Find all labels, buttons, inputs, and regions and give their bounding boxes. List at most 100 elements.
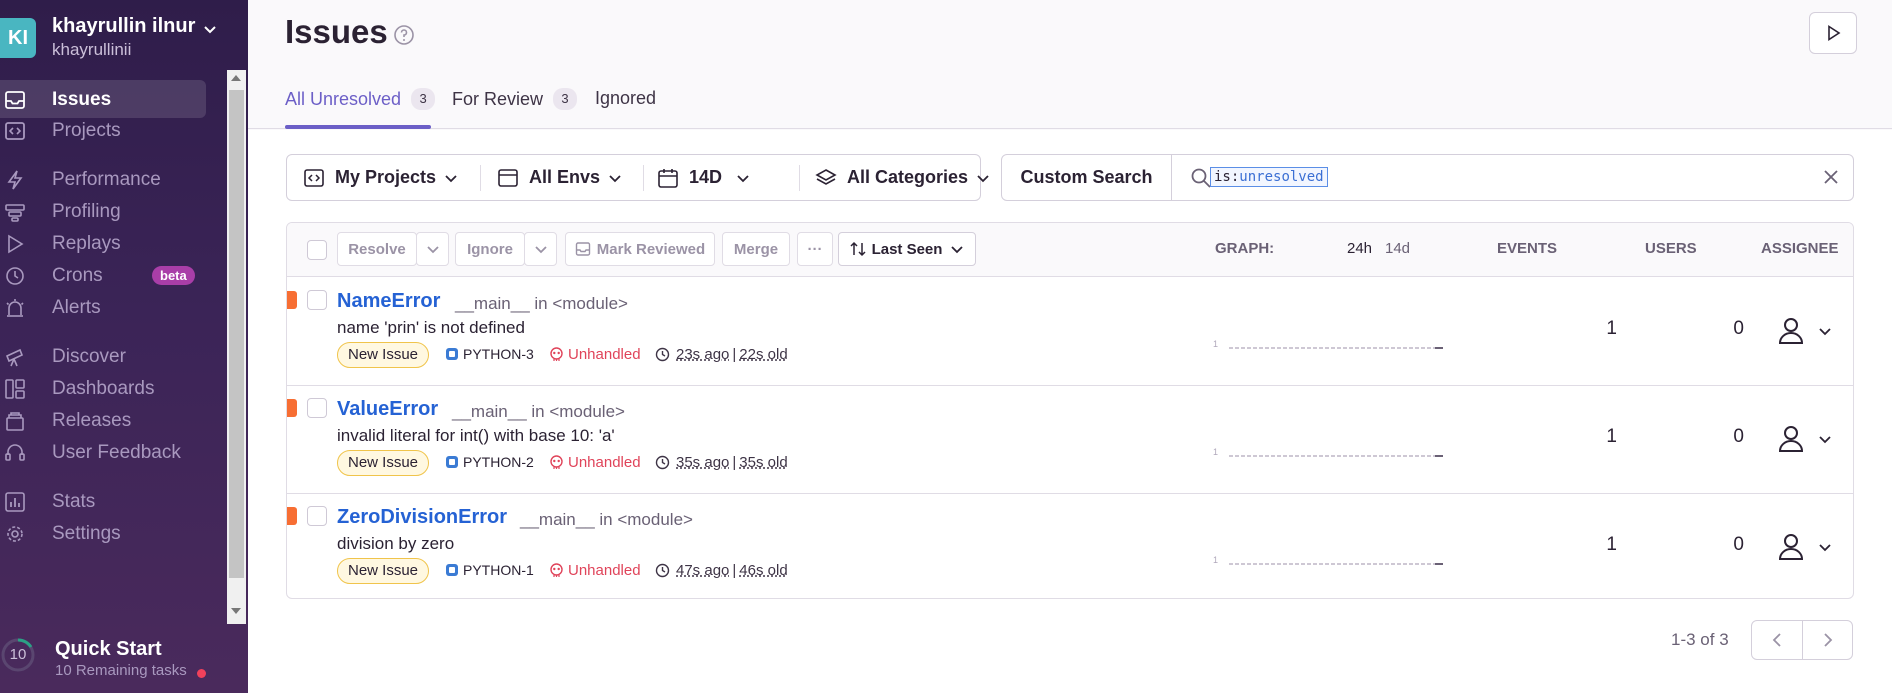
tab-ignored[interactable]: Ignored <box>595 88 656 109</box>
first-seen[interactable]: 46s old <box>739 562 787 579</box>
chevron-down-icon <box>977 174 989 182</box>
sort-dropdown[interactable]: Last Seen <box>838 232 976 266</box>
events-count: 1 <box>1606 318 1617 339</box>
sidebar-item-projects[interactable]: Projects <box>0 111 206 149</box>
chevron-down-icon[interactable] <box>1818 540 1832 554</box>
issue-message: invalid literal for int() with base 10: … <box>337 426 615 445</box>
chevron-down-icon[interactable] <box>1818 432 1832 446</box>
play-button[interactable] <box>1809 12 1857 54</box>
sidebar-item-label: Alerts <box>52 297 101 318</box>
merge-button[interactable]: Merge <box>722 232 790 266</box>
sparkline: 1 <box>1213 338 1453 357</box>
sidebar-item-user-feedback[interactable]: User Feedback <box>0 433 206 471</box>
python-icon <box>446 348 458 360</box>
layers-icon <box>815 168 837 185</box>
search-token-key: is: <box>1214 169 1240 185</box>
issue-times: 23s ago | 22s old <box>655 346 788 363</box>
tab-count: 3 <box>411 88 436 110</box>
mark-reviewed-button[interactable]: Mark Reviewed <box>565 232 715 266</box>
search-bar: Custom Search is:unresolved <box>1001 154 1854 201</box>
close-icon[interactable] <box>1823 169 1839 185</box>
unhandled-tag: Unhandled <box>549 562 641 579</box>
date-filter[interactable]: 14D <box>657 155 750 200</box>
tab-label: For Review <box>452 88 544 109</box>
quick-start[interactable]: 10 Quick Start 10 Remaining tasks <box>0 630 248 693</box>
row-checkbox[interactable] <box>307 398 327 418</box>
org-name: khayrullin ilnur <box>52 15 196 37</box>
chevron-left-icon[interactable] <box>1769 632 1785 648</box>
project-link[interactable]: PYTHON-3 <box>445 346 534 362</box>
user-icon[interactable] <box>1777 316 1805 346</box>
skull-icon <box>550 455 563 469</box>
ignore-dropdown[interactable] <box>524 232 557 266</box>
project-filter[interactable]: My Projects <box>303 155 458 200</box>
sidebar: KI khayrullin ilnur khayrullinii Issues … <box>0 0 248 693</box>
clock-icon <box>655 455 670 470</box>
chevron-down-icon <box>426 246 439 254</box>
issue-title-link[interactable]: ZeroDivisionError <box>337 506 507 529</box>
first-seen[interactable]: 22s old <box>739 346 787 363</box>
issues-content: My Projects All Envs 14D All Categories <box>248 130 1892 693</box>
search-input[interactable]: is:unresolved <box>1210 167 1328 187</box>
chevron-down-icon[interactable] <box>1818 324 1832 338</box>
sidebar-item-label: Crons <box>52 265 103 286</box>
more-actions-button[interactable]: ··· <box>797 232 833 266</box>
active-tab-indicator <box>285 125 431 129</box>
table-row[interactable]: ValueError __main__ in <module> invalid … <box>287 386 1853 494</box>
last-seen[interactable]: 47s ago <box>676 562 729 579</box>
select-all-checkbox[interactable] <box>307 240 327 260</box>
headset-icon <box>5 444 25 461</box>
row-checkbox[interactable] <box>307 506 327 526</box>
sidebar-item-alerts[interactable]: Alerts <box>0 288 206 326</box>
page-title: Issues <box>285 13 388 50</box>
project-link[interactable]: PYTHON-1 <box>445 562 534 578</box>
error-level-indicator <box>287 291 297 309</box>
python-icon <box>446 564 458 576</box>
table-row[interactable]: ZeroDivisionError __main__ in <module> d… <box>287 494 1853 598</box>
page-header: Issues All Unresolved 3 For Review 3 Ign… <box>248 0 1892 129</box>
skull-icon <box>550 563 563 577</box>
user-icon[interactable] <box>1777 424 1805 454</box>
sparkline: 1 <box>1213 554 1453 573</box>
clock-icon <box>6 267 24 285</box>
chevron-right-icon[interactable] <box>1820 632 1836 648</box>
sidebar-scrollbar-thumb[interactable] <box>229 90 244 578</box>
divider <box>480 165 481 191</box>
project-link[interactable]: PYTHON-2 <box>445 454 534 470</box>
user-icon[interactable] <box>1777 532 1805 562</box>
graph-24h-toggle[interactable]: 24h <box>1347 240 1372 257</box>
last-seen[interactable]: 35s ago <box>676 454 729 471</box>
table-row[interactable]: NameError __main__ in <module> name 'pri… <box>287 278 1853 386</box>
tab-for-review[interactable]: For Review 3 <box>452 88 578 110</box>
last-seen[interactable]: 23s ago <box>676 346 729 363</box>
issue-title-link[interactable]: NameError <box>337 290 440 313</box>
clock-icon <box>655 563 670 578</box>
issue-location: __main__ in <module> <box>520 510 693 529</box>
new-issue-badge: New Issue <box>337 558 430 584</box>
environment-filter[interactable]: All Envs <box>497 155 622 200</box>
resolve-button[interactable]: Resolve <box>337 232 417 266</box>
tab-label: All Unresolved <box>285 88 402 109</box>
sidebar-item-label: User Feedback <box>52 442 181 463</box>
first-seen[interactable]: 35s old <box>739 454 787 471</box>
category-filter[interactable]: All Categories <box>789 155 990 200</box>
row-checkbox[interactable] <box>307 290 327 310</box>
help-icon[interactable] <box>393 24 415 46</box>
org-switcher[interactable]: KI khayrullin ilnur khayrullinii <box>0 8 248 64</box>
python-icon <box>446 456 458 468</box>
sidebar-item-settings[interactable]: Settings <box>0 514 206 552</box>
scroll-down-icon[interactable] <box>231 608 241 614</box>
play-icon <box>8 234 24 254</box>
play-icon <box>1828 25 1841 41</box>
issue-location: __main__ in <module> <box>452 402 625 421</box>
graph-14d-toggle[interactable]: 14d <box>1385 240 1410 257</box>
ignore-button[interactable]: Ignore <box>455 232 525 266</box>
sort-label: Last Seen <box>871 240 943 258</box>
main-content: Issues All Unresolved 3 For Review 3 Ign… <box>248 0 1892 693</box>
category-filter-label: All Categories <box>847 167 969 187</box>
tab-all-unresolved[interactable]: All Unresolved 3 <box>285 88 436 110</box>
issue-title-link[interactable]: ValueError <box>337 398 438 421</box>
resolve-dropdown[interactable] <box>416 232 449 266</box>
scroll-up-icon[interactable] <box>231 75 241 81</box>
custom-search-button[interactable]: Custom Search <box>1002 155 1172 200</box>
